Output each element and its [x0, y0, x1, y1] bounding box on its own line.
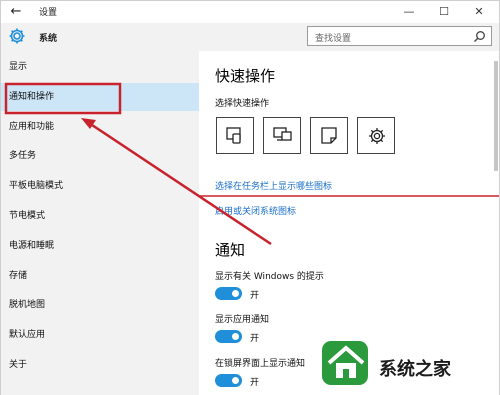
watermark-text: 系统之家	[379, 359, 451, 380]
house-logo-icon	[322, 341, 368, 385]
annotation-arrow-line	[88, 121, 272, 246]
watermark: 系统之家	[319, 333, 499, 389]
highlight-box	[4, 82, 122, 115]
